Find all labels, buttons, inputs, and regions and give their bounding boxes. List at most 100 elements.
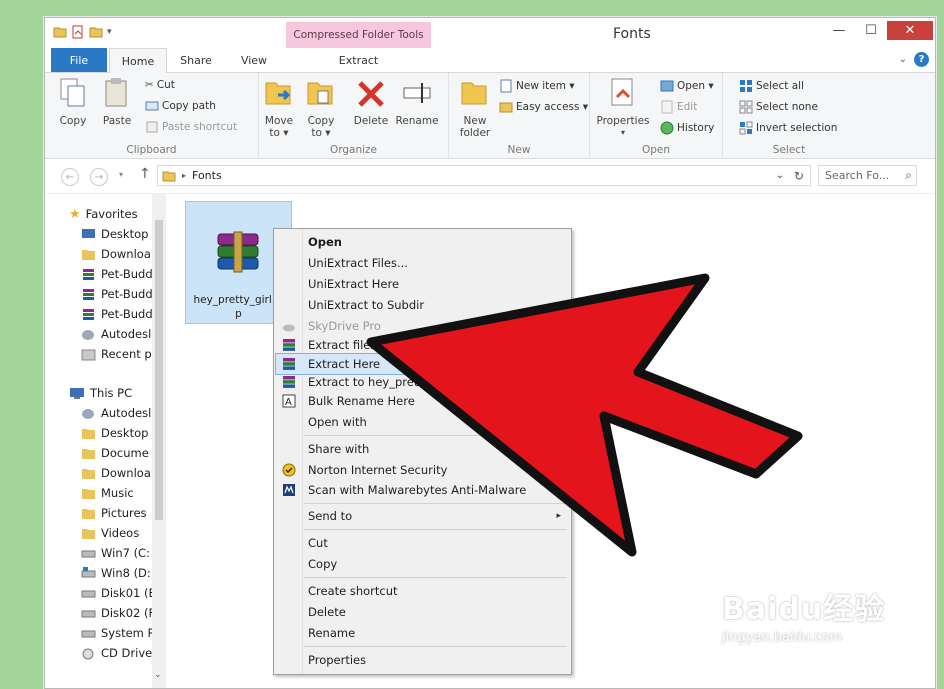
nav-item-system-reserved[interactable]: System R [81, 623, 156, 643]
nav-item-videos[interactable]: Videos [81, 523, 139, 543]
search-input[interactable]: Search Fo... ⌕ [818, 165, 917, 186]
menu-item-bulk-rename[interactable]: A Bulk Rename Here [276, 391, 569, 411]
menu-item-uniextract-here[interactable]: UniExtract Here [276, 274, 569, 294]
search-icon[interactable]: ⌕ [905, 168, 912, 183]
invert-selection-label: Invert selection [756, 122, 838, 134]
nav-item-pet-buddy-1[interactable]: Pet-Budd [81, 264, 153, 284]
select-none-button[interactable]: Select none [739, 100, 818, 114]
nav-item-pictures[interactable]: Pictures [81, 503, 147, 523]
menu-item-copy[interactable]: Copy [276, 554, 569, 574]
paste-shortcut-button[interactable]: Paste shortcut [145, 121, 237, 133]
tab-file[interactable]: File [51, 48, 107, 72]
edit-button[interactable]: Edit [660, 100, 697, 114]
invert-selection-button[interactable]: Invert selection [739, 121, 837, 135]
properties-icon[interactable] [71, 25, 85, 39]
nav-item-pet-buddy-3[interactable]: Pet-Budd [81, 304, 153, 324]
copy-to-button[interactable]: Copy to ▾ [303, 77, 339, 139]
paste-icon [105, 78, 127, 107]
menu-item-send-to[interactable]: Send to ▸ [276, 506, 569, 526]
cut-button[interactable]: ✂ Cut [145, 79, 175, 91]
menu-item-cut[interactable]: Cut [276, 533, 569, 553]
nav-favorites[interactable]: ★ Favorites [69, 204, 138, 224]
up-arrow-icon[interactable]: ↑ [139, 166, 151, 182]
menu-item-open[interactable]: Open [276, 232, 569, 252]
delete-button[interactable]: Delete [351, 77, 391, 127]
recent-locations-icon[interactable]: ▾ [119, 170, 123, 179]
copy-button[interactable]: Copy [55, 77, 91, 127]
select-all-button[interactable]: Select all [739, 79, 804, 93]
nav-item-autodesk-pc[interactable]: Autodesl [81, 403, 151, 423]
maximize-button[interactable]: ☐ [857, 21, 885, 40]
help-icon[interactable]: ? [914, 52, 929, 67]
address-input[interactable]: ▸ Fonts ⌄ ↻ [157, 165, 811, 186]
nav-scrollbar-thumb[interactable] [155, 220, 163, 520]
chevron-down-icon[interactable]: ⌄ [899, 54, 907, 65]
nav-item-documents[interactable]: Docume [81, 443, 149, 463]
nav-item-recent-places[interactable]: Recent p [81, 344, 152, 364]
menu-item-create-shortcut[interactable]: Create shortcut [276, 581, 569, 601]
nav-item-downloads[interactable]: Downloa [81, 244, 151, 264]
nav-item-disk01[interactable]: Disk01 (E [81, 583, 156, 603]
winrar-icon [83, 308, 94, 320]
folder-icon[interactable] [53, 25, 67, 39]
nav-item-desktop[interactable]: Desktop [81, 224, 148, 244]
nav-label: Downloa [101, 466, 151, 480]
nav-item-downloads-pc[interactable]: Downloa [81, 463, 151, 483]
tab-view[interactable]: View [229, 48, 279, 72]
nav-item-autodesk[interactable]: Autodesl [81, 324, 151, 344]
menu-item-rename[interactable]: Rename [276, 623, 569, 643]
winrar-icon [283, 339, 295, 351]
tab-home[interactable]: Home [109, 48, 167, 74]
new-folder-button[interactable]: New folder [455, 77, 495, 139]
properties-button[interactable]: Properties ▾ [594, 77, 652, 139]
nav-item-disk02[interactable]: Disk02 (F [81, 603, 155, 623]
easy-access-label: Easy access ▾ [516, 101, 589, 113]
breadcrumb-fonts[interactable]: Fonts [192, 169, 222, 182]
menu-item-skydrive-pro[interactable]: SkyDrive Pro [276, 316, 569, 336]
open-button[interactable]: Open ▾ [660, 79, 714, 93]
new-item-button[interactable]: New item ▾ [499, 79, 575, 93]
menu-item-norton[interactable]: Norton Internet Security [276, 460, 569, 480]
menu-item-open-with[interactable]: Open with [276, 412, 569, 432]
nav-this-pc[interactable]: This PC [69, 383, 132, 403]
customize-qat-icon[interactable]: ▾ [107, 27, 112, 37]
menu-item-malwarebytes[interactable]: Scan with Malwarebytes Anti-Malware [276, 480, 569, 500]
folder-icon [82, 428, 95, 439]
scroll-down-icon[interactable]: ⌄ [154, 670, 162, 680]
open-icon [660, 80, 674, 92]
new-folder-icon[interactable] [89, 25, 103, 39]
nav-item-win8-drive[interactable]: Win8 (D: [81, 563, 151, 583]
paste-button[interactable]: Paste [99, 77, 135, 127]
address-dropdown-icon[interactable]: ⌄ [776, 170, 784, 181]
move-to-button[interactable]: Move to ▾ [261, 77, 297, 139]
menu-item-extract-here[interactable]: Extract Here [275, 353, 570, 375]
close-button[interactable]: ✕ [887, 21, 933, 40]
menu-item-properties[interactable]: Properties [276, 650, 569, 670]
menu-item-delete[interactable]: Delete [276, 602, 569, 622]
nav-item-pet-buddy-2[interactable]: Pet-Budd [81, 284, 153, 304]
easy-access-button[interactable]: Easy access ▾ [499, 100, 588, 114]
back-button[interactable]: ← [61, 168, 79, 186]
menu-item-share-with[interactable]: Share with ▸ [276, 439, 569, 459]
menu-item-extract-to[interactable]: Extract to hey_pretty_girl\ [276, 372, 569, 392]
nav-label: Videos [101, 526, 140, 540]
nav-item-cd-drive[interactable]: CD Drive [81, 643, 152, 663]
tab-share[interactable]: Share [169, 48, 223, 72]
forward-button[interactable]: → [90, 168, 108, 186]
tab-extract[interactable]: Extract [286, 48, 431, 72]
downloads-folder-icon [82, 468, 95, 479]
nav-item-music[interactable]: Music [81, 483, 134, 503]
recent-places-icon [81, 349, 96, 360]
copy-path-button[interactable]: Copy path [145, 100, 216, 112]
menu-item-uniextract-subdir[interactable]: UniExtract to Subdir [276, 295, 569, 315]
refresh-icon[interactable]: ↻ [794, 169, 804, 183]
menu-label: UniExtract to Subdir [308, 298, 425, 312]
nav-item-win7-drive[interactable]: Win7 (C: [81, 543, 150, 563]
menu-item-extract-files[interactable]: Extract files... [276, 335, 569, 355]
winrar-icon [283, 358, 295, 370]
menu-item-uniextract-files[interactable]: UniExtract Files... [276, 253, 569, 273]
minimize-button[interactable]: — [825, 21, 853, 40]
history-button[interactable]: History [660, 121, 714, 135]
nav-item-desktop-pc[interactable]: Desktop [81, 423, 148, 443]
rename-button[interactable]: Rename [395, 77, 439, 127]
